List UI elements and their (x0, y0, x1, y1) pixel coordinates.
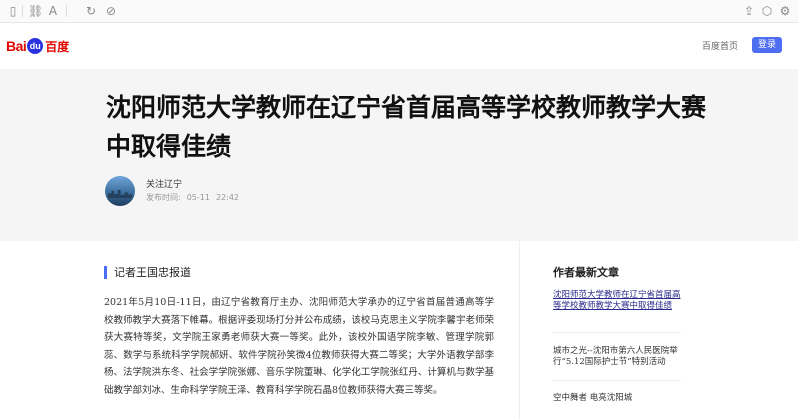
sidebar-divider-line (553, 332, 681, 333)
extension-icon[interactable]: ⬡ (760, 4, 774, 18)
article-title: 沈阳师范大学教师在辽宁省首届高等学校教师教学大赛中取得佳绩 (106, 93, 707, 161)
sidebar-divider (519, 241, 520, 419)
skyline-image (108, 190, 132, 198)
read-aloud-icon[interactable]: A (46, 4, 60, 18)
sidebar-article-link[interactable]: 城市之光--沈阳市第六人民医院举行“5.12国际护士节”特别活动 (553, 346, 683, 368)
author-name[interactable]: 关注辽宁 (146, 177, 182, 190)
baidu-home-link[interactable]: 百度首页 (702, 39, 738, 52)
login-button[interactable]: 登录 (752, 37, 782, 53)
author-avatar[interactable] (105, 176, 135, 206)
publish-meta: 发布时间: 05-11 22:42 (146, 192, 245, 203)
sidebar-toggle-icon[interactable]: ▯ (6, 4, 20, 18)
publish-label: 发布时间: (146, 193, 181, 202)
compass-icon[interactable]: ⊘ (104, 4, 118, 18)
article-paragraph: 2021年5月10日-11日，由辽宁省教育厅主办、沈阳师范大学承办的辽宁省首届普… (104, 297, 494, 396)
publish-time: 22:42 (215, 193, 240, 202)
section-heading: 记者王国忠报道 (104, 266, 191, 279)
logo-chinese: 百度 (45, 39, 70, 54)
share-icon[interactable]: ⇪ (742, 4, 756, 18)
publish-date: 05-11 (186, 193, 210, 202)
site-header: Bai du 百度 百度首页 (0, 23, 798, 69)
link-icon[interactable]: ⛓ (28, 4, 43, 18)
baidu-logo[interactable]: Bai du 百度 (6, 36, 69, 56)
sidebar-title: 作者最新文章 (553, 266, 619, 279)
refresh-icon[interactable]: ↻ (84, 4, 98, 18)
browser-toolbar: ▯ ⛓ A ↻ ⊘ ⇪ ⬡ ⚙ (0, 0, 798, 23)
toolbar-divider (22, 5, 23, 17)
sidebar-article-link[interactable]: 空中舞者 电亮沈阳城 (553, 393, 683, 404)
sidebar-article-link[interactable]: 沈阳师范大学教师在辽宁省首届高等学校教师教学大赛中取得佳绩 (553, 290, 683, 312)
paw-icon: du (27, 38, 44, 54)
settings-icon[interactable]: ⚙ (778, 4, 792, 18)
sidebar-divider-line (553, 380, 681, 381)
toolbar-divider (66, 5, 67, 17)
logo-text: Bai (6, 38, 27, 54)
